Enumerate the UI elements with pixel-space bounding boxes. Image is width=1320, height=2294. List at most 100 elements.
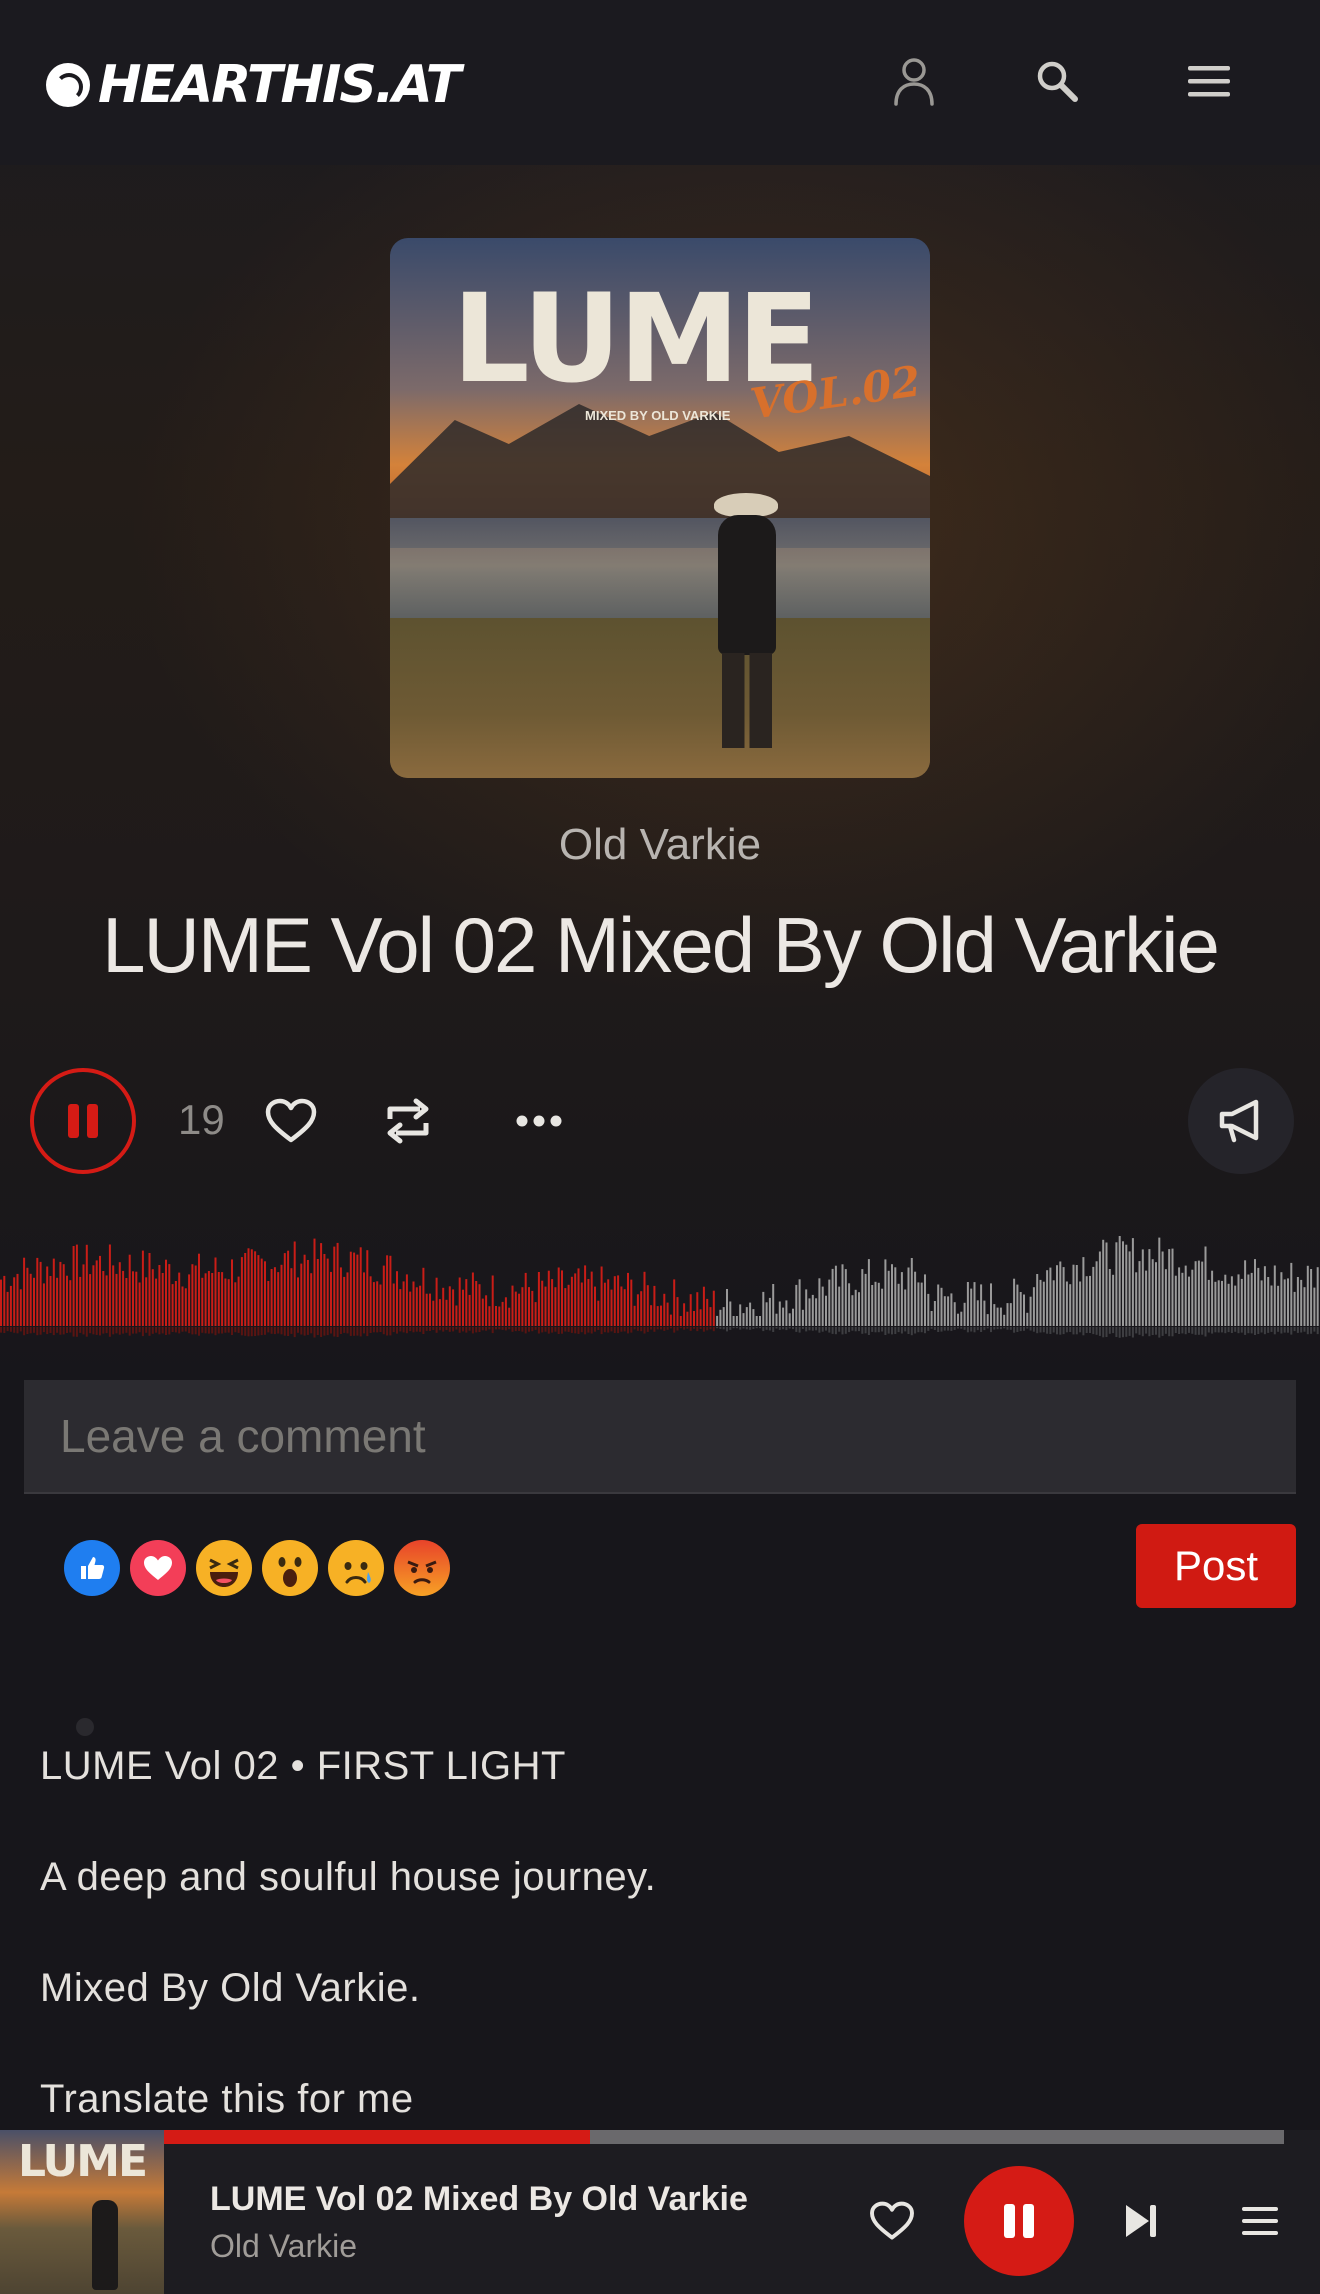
waveform-reflection <box>732 1327 735 1329</box>
waveform-reflection <box>834 1327 837 1335</box>
waveform-bar <box>1168 1249 1171 1326</box>
waveform-bar <box>792 1308 794 1326</box>
waveform-reflection <box>594 1327 596 1332</box>
waveform[interactable] <box>0 1226 1320 1338</box>
waveform-bar <box>306 1260 309 1326</box>
player-artwork-title: LUME <box>18 2136 148 2187</box>
waveform-bar <box>891 1264 893 1326</box>
waveform-bar <box>1102 1239 1105 1326</box>
waveform-bar <box>848 1283 851 1326</box>
waveform-reflection <box>1003 1327 1006 1329</box>
waveform-bar <box>353 1252 356 1326</box>
pause-button[interactable] <box>30 1068 136 1174</box>
pause-icon <box>68 1104 98 1138</box>
player-pause-button[interactable] <box>964 2166 1074 2276</box>
user-icon[interactable] <box>883 50 945 112</box>
promote-button[interactable] <box>1188 1068 1294 1174</box>
waveform-reflection <box>617 1327 620 1334</box>
menu-icon[interactable] <box>1178 50 1240 112</box>
waveform-bar <box>577 1268 580 1326</box>
waveform-bar <box>201 1277 204 1326</box>
player-heart-icon[interactable] <box>864 2196 920 2246</box>
repost-icon[interactable] <box>375 1088 441 1154</box>
waveform-reflection <box>148 1327 151 1336</box>
waveform-reflection <box>438 1327 441 1331</box>
waveform-bar <box>537 1272 540 1326</box>
queue-menu-icon[interactable] <box>1236 2200 1284 2242</box>
waveform-bar <box>1141 1249 1144 1326</box>
waveform-bar <box>221 1272 224 1326</box>
waveform-bar <box>300 1263 303 1326</box>
waveform-bar <box>1224 1274 1227 1326</box>
comment-input[interactable] <box>24 1380 1296 1494</box>
waveform-reflection <box>3 1327 6 1333</box>
waveform-bar <box>184 1288 187 1326</box>
waveform-reflection <box>818 1327 821 1333</box>
waveform-reflection <box>16 1327 19 1334</box>
waveform-reflection <box>887 1327 890 1334</box>
waveform-reflection <box>1240 1327 1243 1333</box>
waveform-bar <box>587 1279 590 1326</box>
waveform-reflection <box>551 1327 554 1333</box>
waveform-bar <box>1098 1251 1101 1326</box>
waveform-reflection <box>108 1327 111 1337</box>
wow-reaction-icon[interactable] <box>262 1540 318 1596</box>
waveform-bar <box>379 1284 382 1326</box>
waveform-bar <box>237 1276 240 1326</box>
waveform-bar <box>1108 1269 1111 1326</box>
waveform-reflection <box>277 1327 280 1334</box>
waveform-reflection <box>409 1327 412 1332</box>
waveform-bar <box>1184 1265 1187 1326</box>
heart-icon[interactable] <box>258 1088 324 1154</box>
player-progress-bar[interactable] <box>164 2130 1284 2144</box>
description-line: Mixed By Old Varkie. <box>40 1966 421 2010</box>
top-header: HEARTHIS.AT <box>0 0 1320 165</box>
angry-reaction-icon[interactable] <box>394 1540 450 1596</box>
waveform-reflection <box>1247 1327 1250 1334</box>
artist-name[interactable]: Old Varkie <box>0 820 1320 870</box>
waveform-reflection <box>1184 1327 1187 1335</box>
waveform-reflection <box>676 1327 679 1331</box>
waveform-reflection <box>1155 1327 1157 1335</box>
site-logo[interactable]: HEARTHIS.AT <box>46 55 461 115</box>
waveform-reflection <box>590 1327 593 1334</box>
waveform-reflection <box>1026 1327 1029 1329</box>
skip-next-icon[interactable] <box>1118 2198 1164 2244</box>
translate-link[interactable]: Translate this for me <box>40 2077 414 2122</box>
waveform-reflection <box>122 1327 125 1334</box>
waveform-reflection <box>805 1327 808 1332</box>
waveform-reflection <box>498 1327 501 1330</box>
like-reaction-icon[interactable] <box>64 1540 120 1596</box>
love-reaction-icon[interactable] <box>130 1540 186 1596</box>
sad-reaction-icon[interactable] <box>328 1540 384 1596</box>
waveform-reflection <box>557 1327 560 1334</box>
waveform-reflection <box>1194 1327 1197 1335</box>
waveform-bar <box>1306 1265 1309 1326</box>
waveform-reflection <box>1013 1327 1016 1333</box>
search-icon[interactable] <box>1026 50 1088 112</box>
waveform-reflection <box>924 1327 926 1334</box>
waveform-reflection <box>785 1327 788 1331</box>
more-options-icon[interactable] <box>506 1088 572 1154</box>
waveform-bar <box>62 1264 65 1326</box>
waveform-bar <box>1267 1277 1270 1326</box>
waveform-bar <box>435 1277 438 1326</box>
player-track-title[interactable]: LUME Vol 02 Mixed By Old Varkie <box>210 2180 748 2219</box>
waveform-bar <box>471 1272 474 1326</box>
waveform-reflection <box>1006 1327 1009 1330</box>
waveform-reflection <box>1263 1327 1266 1335</box>
waveform-bar <box>372 1282 375 1326</box>
haha-reaction-icon[interactable] <box>196 1540 252 1596</box>
waveform-reflection <box>1052 1327 1055 1333</box>
track-artwork[interactable]: LUME MIXED BY OLD VARKIE VOL.02 <box>390 238 930 778</box>
player-artist-name[interactable]: Old Varkie <box>210 2228 357 2265</box>
waveform-bar <box>29 1273 32 1326</box>
post-comment-button[interactable]: Post <box>1136 1524 1296 1608</box>
player-artwork[interactable]: LUME <box>0 2130 164 2294</box>
waveform-reflection <box>778 1327 781 1330</box>
waveform-reflection <box>960 1327 963 1329</box>
waveform-reflection <box>976 1327 979 1331</box>
waveform-reflection <box>343 1327 346 1333</box>
waveform-reflection <box>1145 1327 1148 1334</box>
waveform-bar <box>1023 1294 1025 1326</box>
